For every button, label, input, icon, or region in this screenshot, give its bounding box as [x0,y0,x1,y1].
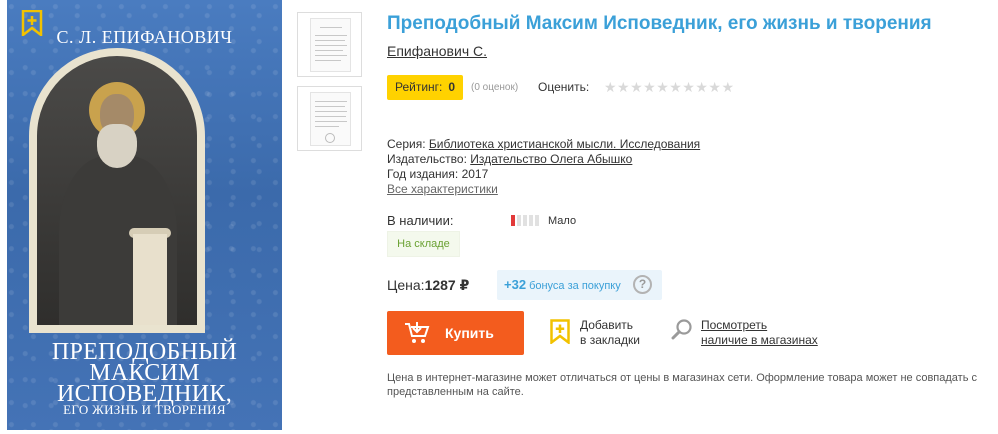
help-icon[interactable]: ? [633,275,652,294]
cover-saint-icon [29,48,205,333]
cover-title: ПРЕПОДОБНЫЙ МАКСИМ ИСПОВЕДНИК, [51,339,238,407]
stock-label: В наличии: [387,213,454,228]
stock-level-indicator [511,215,541,233]
rating-badge: Рейтинг: 0 [387,75,464,100]
rating-count: (0 оценок) [471,82,519,93]
price-label: Цена: [387,277,425,293]
rate-stars[interactable]: ★★★★★★★★★★ [604,79,735,96]
rating-value: 0 [448,80,456,94]
bookmark-icon[interactable] [550,319,570,344]
bonus-value: +32 [504,277,527,292]
series-link[interactable]: Библиотека христианской мысли. Исследова… [429,137,700,151]
in-stock-badge: На складе [387,231,460,257]
cover-author: С. Л. ЕПИФАНОВИЧ [56,27,233,47]
cover-subtitle: ЕГО ЖИЗНЬ И ТВОРЕНИЯ [63,402,226,417]
thumbnail-2[interactable] [297,86,362,151]
series-row: Серия: Библиотека христианской мысли. Ис… [387,137,700,151]
book-cover-image[interactable]: С. Л. ЕПИФАНОВИЧ ПРЕПОДОБНЫЙ МАКСИМ ИСПО… [7,0,282,430]
buy-button[interactable]: Купить [387,311,524,355]
publisher-label: Издательство: [387,152,467,166]
check-store-availability-link[interactable]: Посмотреть наличие в магазинах [701,318,818,348]
series-label: Серия: [387,137,426,151]
all-characteristics-link[interactable]: Все характеристики [387,182,498,196]
price-disclaimer: Цена в интернет-магазине может отличатьс… [387,372,977,398]
year-value: 2017 [461,167,489,181]
year-label: Год издания: [387,167,459,181]
add-to-bookmarks-link[interactable]: Добавить в закладки [580,318,640,348]
bonus-text: бонуса за покупку [529,280,621,292]
product-title: Преподобный Максим Исповедник, его жизнь… [387,13,932,34]
price: Цена:1287 ₽ [387,277,469,294]
search-icon[interactable] [671,318,693,340]
rate-label: Оценить: [538,80,590,94]
publisher-row: Издательство: Издательство Олега Абышко [387,152,632,166]
buy-button-label: Купить [445,325,494,341]
rating-label: Рейтинг: [395,80,443,94]
thumbnail-1[interactable] [297,12,362,77]
year-row: Год издания: 2017 [387,167,488,181]
cart-icon [405,322,430,343]
price-value: 1287 ₽ [424,277,470,293]
publisher-link[interactable]: Издательство Олега Абышко [470,152,632,166]
author-link[interactable]: Епифанович С. [387,43,487,59]
stock-level-text: Мало [548,215,577,227]
